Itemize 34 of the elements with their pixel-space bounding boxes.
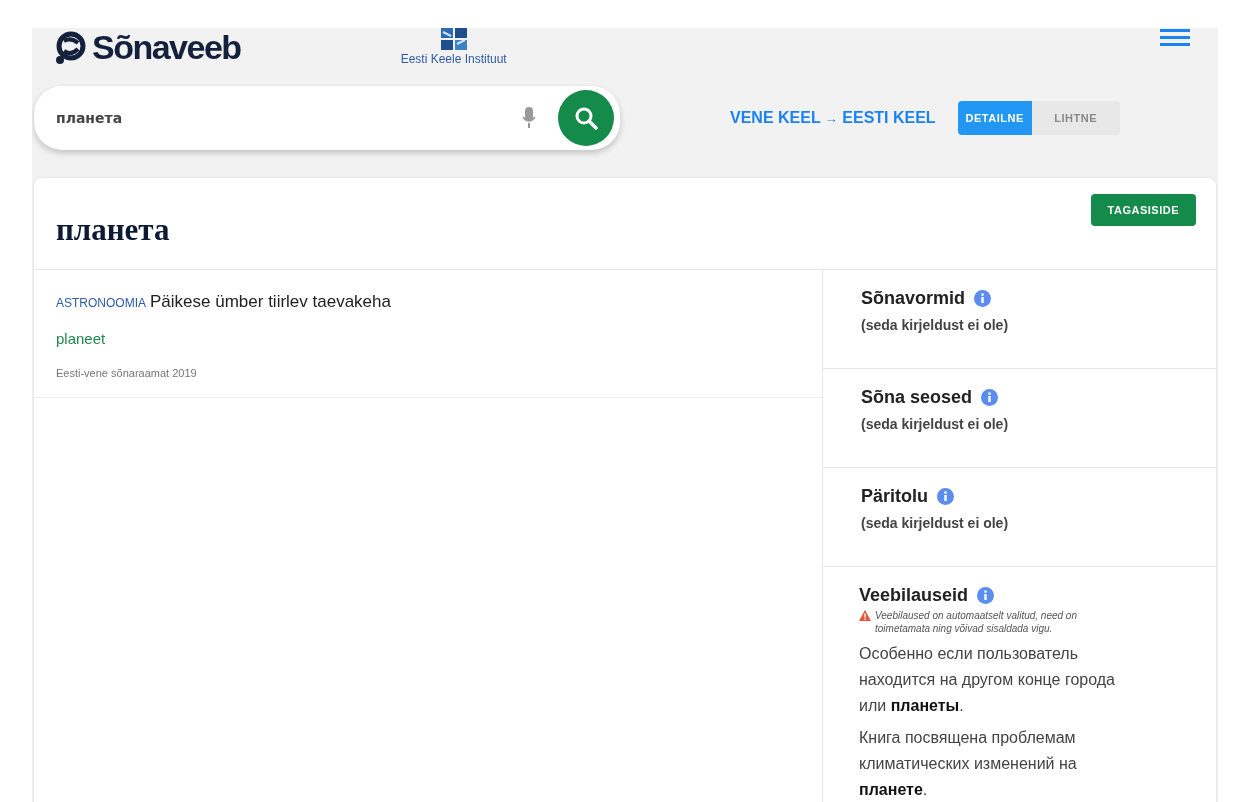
info-icon xyxy=(981,389,999,406)
search-field[interactable]: планета xyxy=(54,109,504,127)
info-icon xyxy=(974,290,992,307)
institute-logo-icon xyxy=(440,28,467,50)
logo-text: Sõnaveeb xyxy=(92,28,241,67)
logo-icon xyxy=(54,30,88,65)
microphone-icon xyxy=(522,107,536,129)
warning-text: Veebilaused on automaatselt valitud, need on toimetamata ning võivad sisaldada vigu. xyxy=(875,609,1078,635)
menu-button[interactable] xyxy=(1160,28,1190,48)
empty-note: (seda kirjeldust ei ole) xyxy=(861,515,1010,531)
info-icon xyxy=(937,488,954,505)
mode-tab[interactable]: DETAILNE xyxy=(957,101,1032,135)
feedback-button[interactable]: TAGASISIDE xyxy=(1090,194,1196,226)
translation-link[interactable]: planeet xyxy=(56,330,106,347)
search-button[interactable] xyxy=(558,90,614,146)
example-sentence: Особенно если пользователь находится на другом конце города или планеты. xyxy=(859,644,1116,716)
empty-note: (seda kirjeldust ei ole) xyxy=(861,416,1010,432)
section-title: Veebilauseid xyxy=(859,585,969,606)
institute-name[interactable]: Eesti Keele Instituut xyxy=(400,52,507,66)
language-selector[interactable]: VENE KEEL → EESTI KEEL xyxy=(730,109,936,127)
logo[interactable]: Sõnaveeb xyxy=(54,28,241,67)
headword: планета xyxy=(56,212,170,248)
domain-label: ASTRONOOMIA xyxy=(56,296,146,310)
definition-text: Päikese ümber tiirlev taevakeha xyxy=(150,292,391,312)
section-title: Sõna seosed xyxy=(861,387,973,408)
menu-icon xyxy=(1160,28,1190,48)
section-title: Päritolu xyxy=(861,486,928,507)
section-title: Sõnavormid xyxy=(861,288,966,309)
source-text: Eesti-vene sõnaraamat 2019 xyxy=(56,367,198,379)
empty-note: (seda kirjeldust ei ole) xyxy=(861,317,1010,333)
example-sentence: Книга посвящена проблемам климатических изменений на планете. xyxy=(859,728,1078,800)
warning-icon xyxy=(859,610,871,621)
search-icon xyxy=(574,106,598,130)
info-icon xyxy=(977,587,995,604)
